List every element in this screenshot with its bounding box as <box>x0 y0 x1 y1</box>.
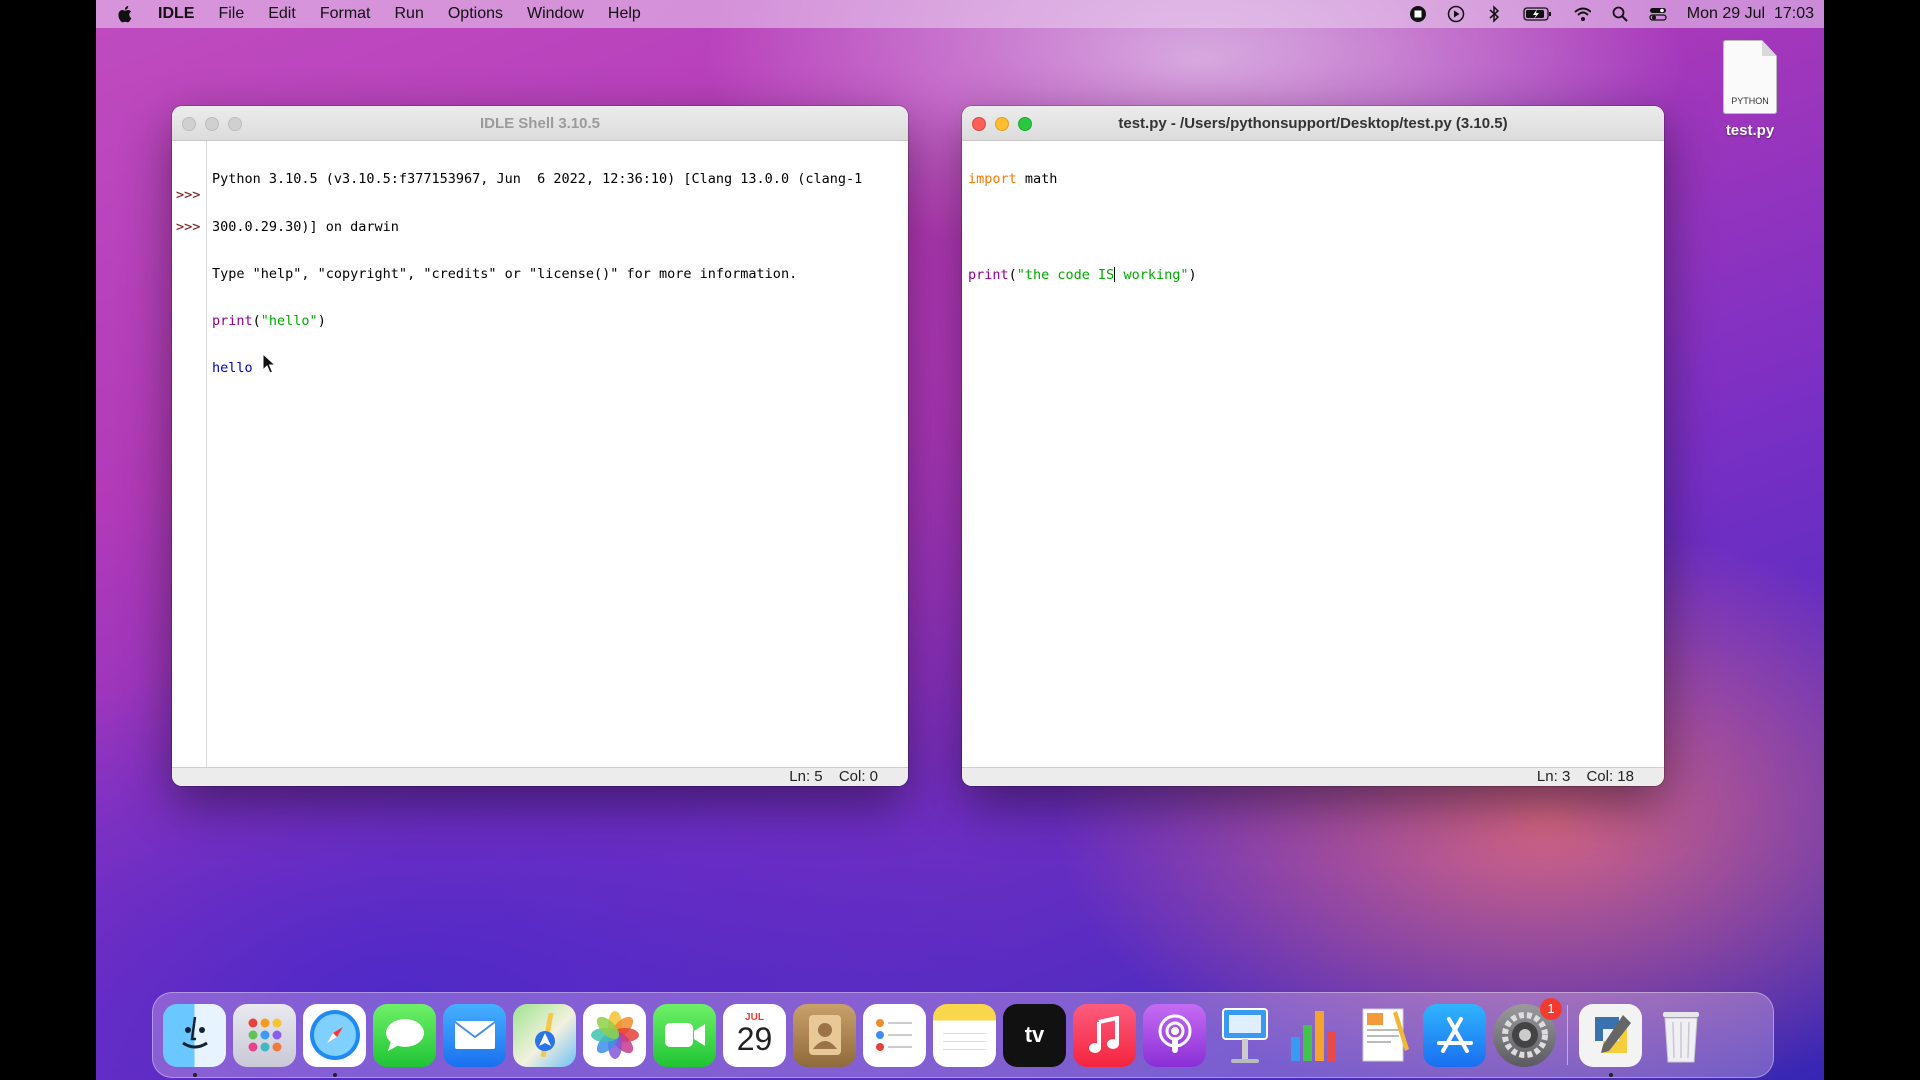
play-icon[interactable] <box>1447 5 1465 23</box>
pages-icon[interactable] <box>1353 1004 1416 1067</box>
menu-app-name[interactable]: IDLE <box>146 0 206 28</box>
column-indicator: Col: 18 <box>1586 768 1634 785</box>
menu-window[interactable]: Window <box>515 0 596 28</box>
control-center-icon[interactable] <box>1649 5 1667 23</box>
notes-icon[interactable] <box>933 1003 996 1067</box>
minimize-button[interactable] <box>995 117 1009 131</box>
dock: JUL 29 tv 1 <box>152 992 1774 1078</box>
safari-icon[interactable] <box>303 1003 366 1077</box>
zoom-button[interactable] <box>1018 117 1032 131</box>
editor-window-title: test.py - /Users/pythonsupport/Desktop/t… <box>1118 114 1508 132</box>
launchpad-icon[interactable] <box>233 1003 296 1067</box>
menu-help[interactable]: Help <box>596 0 653 28</box>
idle-shell-window: IDLE Shell 3.10.5 >>> >>> Python 3.10.5 … <box>172 106 908 786</box>
finder-icon[interactable] <box>163 1003 226 1077</box>
notification-badge: 1 <box>1540 997 1562 1020</box>
mail-icon[interactable] <box>443 1003 506 1067</box>
spotlight-search-icon[interactable] <box>1611 5 1629 23</box>
contacts-icon[interactable] <box>793 1003 856 1067</box>
menu-clock[interactable]: Mon 29 Jul 17:03 <box>1687 5 1814 23</box>
photos-icon[interactable] <box>583 1003 646 1067</box>
menu-run[interactable]: Run <box>382 0 435 28</box>
column-indicator: Col: 0 <box>838 768 878 785</box>
trash-icon[interactable] <box>1649 1004 1712 1067</box>
shell-title-bar[interactable]: IDLE Shell 3.10.5 <box>172 106 908 141</box>
shell-window-title: IDLE Shell 3.10.5 <box>479 114 601 132</box>
close-button[interactable] <box>182 117 196 131</box>
minimize-button[interactable] <box>205 117 219 131</box>
menu-edit[interactable]: Edit <box>256 0 308 28</box>
editor-title-bar[interactable]: test.py - /Users/pythonsupport/Desktop/t… <box>962 106 1664 141</box>
wifi-icon[interactable] <box>1573 5 1591 23</box>
reminders-icon[interactable] <box>863 1003 926 1067</box>
mouse-pointer-icon <box>262 353 276 374</box>
music-icon[interactable] <box>1073 1003 1136 1067</box>
desktop-file-label: test.py <box>1725 122 1775 139</box>
code-line: print("the code IS working") <box>968 266 1197 283</box>
dock-separator <box>1567 1005 1568 1065</box>
shell-prompt-gutter: >>> >>> <box>172 141 207 768</box>
python-file-icon: PYTHON <box>1723 40 1777 114</box>
shell-output-line: hello <box>212 359 253 376</box>
podcasts-icon[interactable] <box>1143 1003 1206 1067</box>
maps-icon[interactable] <box>513 1003 576 1067</box>
line-indicator: Ln: 3 <box>1536 768 1571 785</box>
appstore-icon[interactable] <box>1423 1003 1486 1067</box>
desktop: IDLE File Edit Format Run Options Window… <box>96 0 1824 1080</box>
code-line: import math <box>968 171 1058 188</box>
editor-status-bar: Ln: 3 Col: 18 <box>962 767 1664 786</box>
shell-status-bar: Ln: 5 Col: 0 <box>172 767 908 786</box>
apple-menu-icon[interactable] <box>118 5 134 23</box>
shell-prompt: >>> <box>176 187 201 203</box>
shell-banner-line: Python 3.10.5 (v3.10.5:f377153967, Jun 6… <box>212 171 863 188</box>
battery-icon[interactable] <box>1523 5 1553 23</box>
appletv-icon[interactable]: tv <box>1003 1003 1066 1067</box>
shell-command-line: print("hello") <box>212 312 326 329</box>
screen-record-stop-icon[interactable] <box>1409 5 1427 23</box>
menu-file[interactable]: File <box>206 0 256 28</box>
numbers-icon[interactable] <box>1283 1004 1346 1067</box>
menu-format[interactable]: Format <box>308 0 383 28</box>
system-preferences-icon[interactable]: 1 <box>1493 997 1562 1067</box>
close-button[interactable] <box>972 117 986 131</box>
zoom-button[interactable] <box>228 117 242 131</box>
facetime-icon[interactable] <box>653 1003 716 1067</box>
shell-text-area[interactable]: >>> >>> Python 3.10.5 (v3.10.5:f37715396… <box>172 141 908 768</box>
menu-bar: IDLE File Edit Format Run Options Window… <box>96 0 1824 28</box>
messages-icon[interactable] <box>373 1003 436 1067</box>
bluetooth-icon[interactable] <box>1485 5 1503 23</box>
editor-window: test.py - /Users/pythonsupport/Desktop/t… <box>962 106 1664 786</box>
editor-text-area[interactable]: import math print("the code IS working") <box>962 141 1664 768</box>
shell-banner-line: Type "help", "copyright", "credits" or "… <box>212 265 798 282</box>
keynote-icon[interactable] <box>1213 1004 1276 1067</box>
shell-banner-line: 300.0.29.30)] on darwin <box>212 218 399 235</box>
calendar-icon[interactable]: JUL 29 <box>723 1003 786 1067</box>
python-idle-icon[interactable] <box>1579 1003 1642 1077</box>
line-indicator: Ln: 5 <box>789 768 823 785</box>
desktop-file-test-py[interactable]: PYTHON test.py <box>1710 40 1790 139</box>
menu-options[interactable]: Options <box>436 0 515 28</box>
shell-prompt: >>> <box>176 219 201 235</box>
